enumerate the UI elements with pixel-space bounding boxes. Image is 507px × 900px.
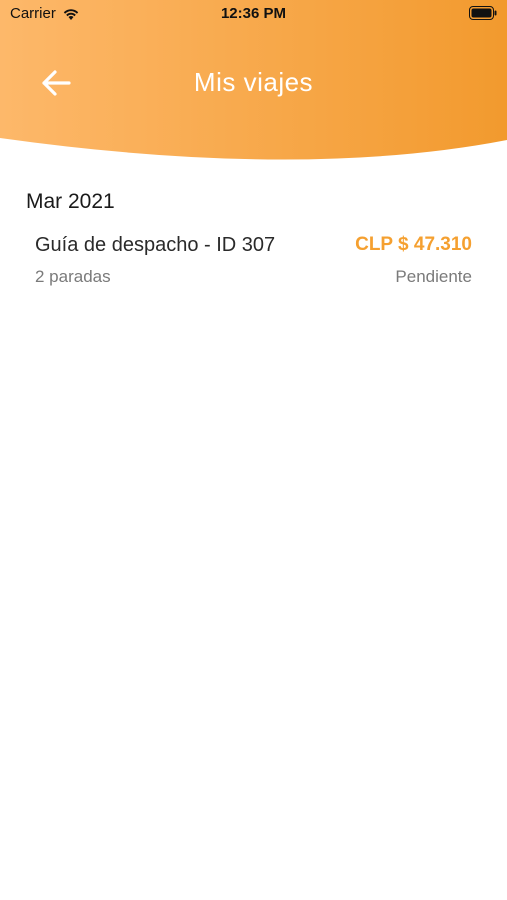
trip-stops: 2 paradas xyxy=(35,267,111,286)
navigation-bar: Mis viajes xyxy=(0,55,507,111)
trip-list: Mar 2021 Guía de despacho - ID 307 CLP $… xyxy=(0,186,507,294)
trip-amount: CLP $ 47.310 xyxy=(355,234,472,255)
status-bar: Carrier 12:36 PM xyxy=(0,0,507,30)
status-time: 12:36 PM xyxy=(220,5,287,22)
battery-icon xyxy=(469,6,497,20)
header: Carrier 12:36 PM Mis viajes xyxy=(0,0,507,170)
page-title: Mis viajes xyxy=(193,67,314,97)
trip-status: Pendiente xyxy=(395,267,472,286)
trip-title: Guía de despacho - ID 307 xyxy=(35,234,276,256)
section-header-month: Mar 2021 xyxy=(26,190,115,213)
trip-row[interactable]: Guía de despacho - ID 307 CLP $ 47.310 2… xyxy=(0,234,507,294)
